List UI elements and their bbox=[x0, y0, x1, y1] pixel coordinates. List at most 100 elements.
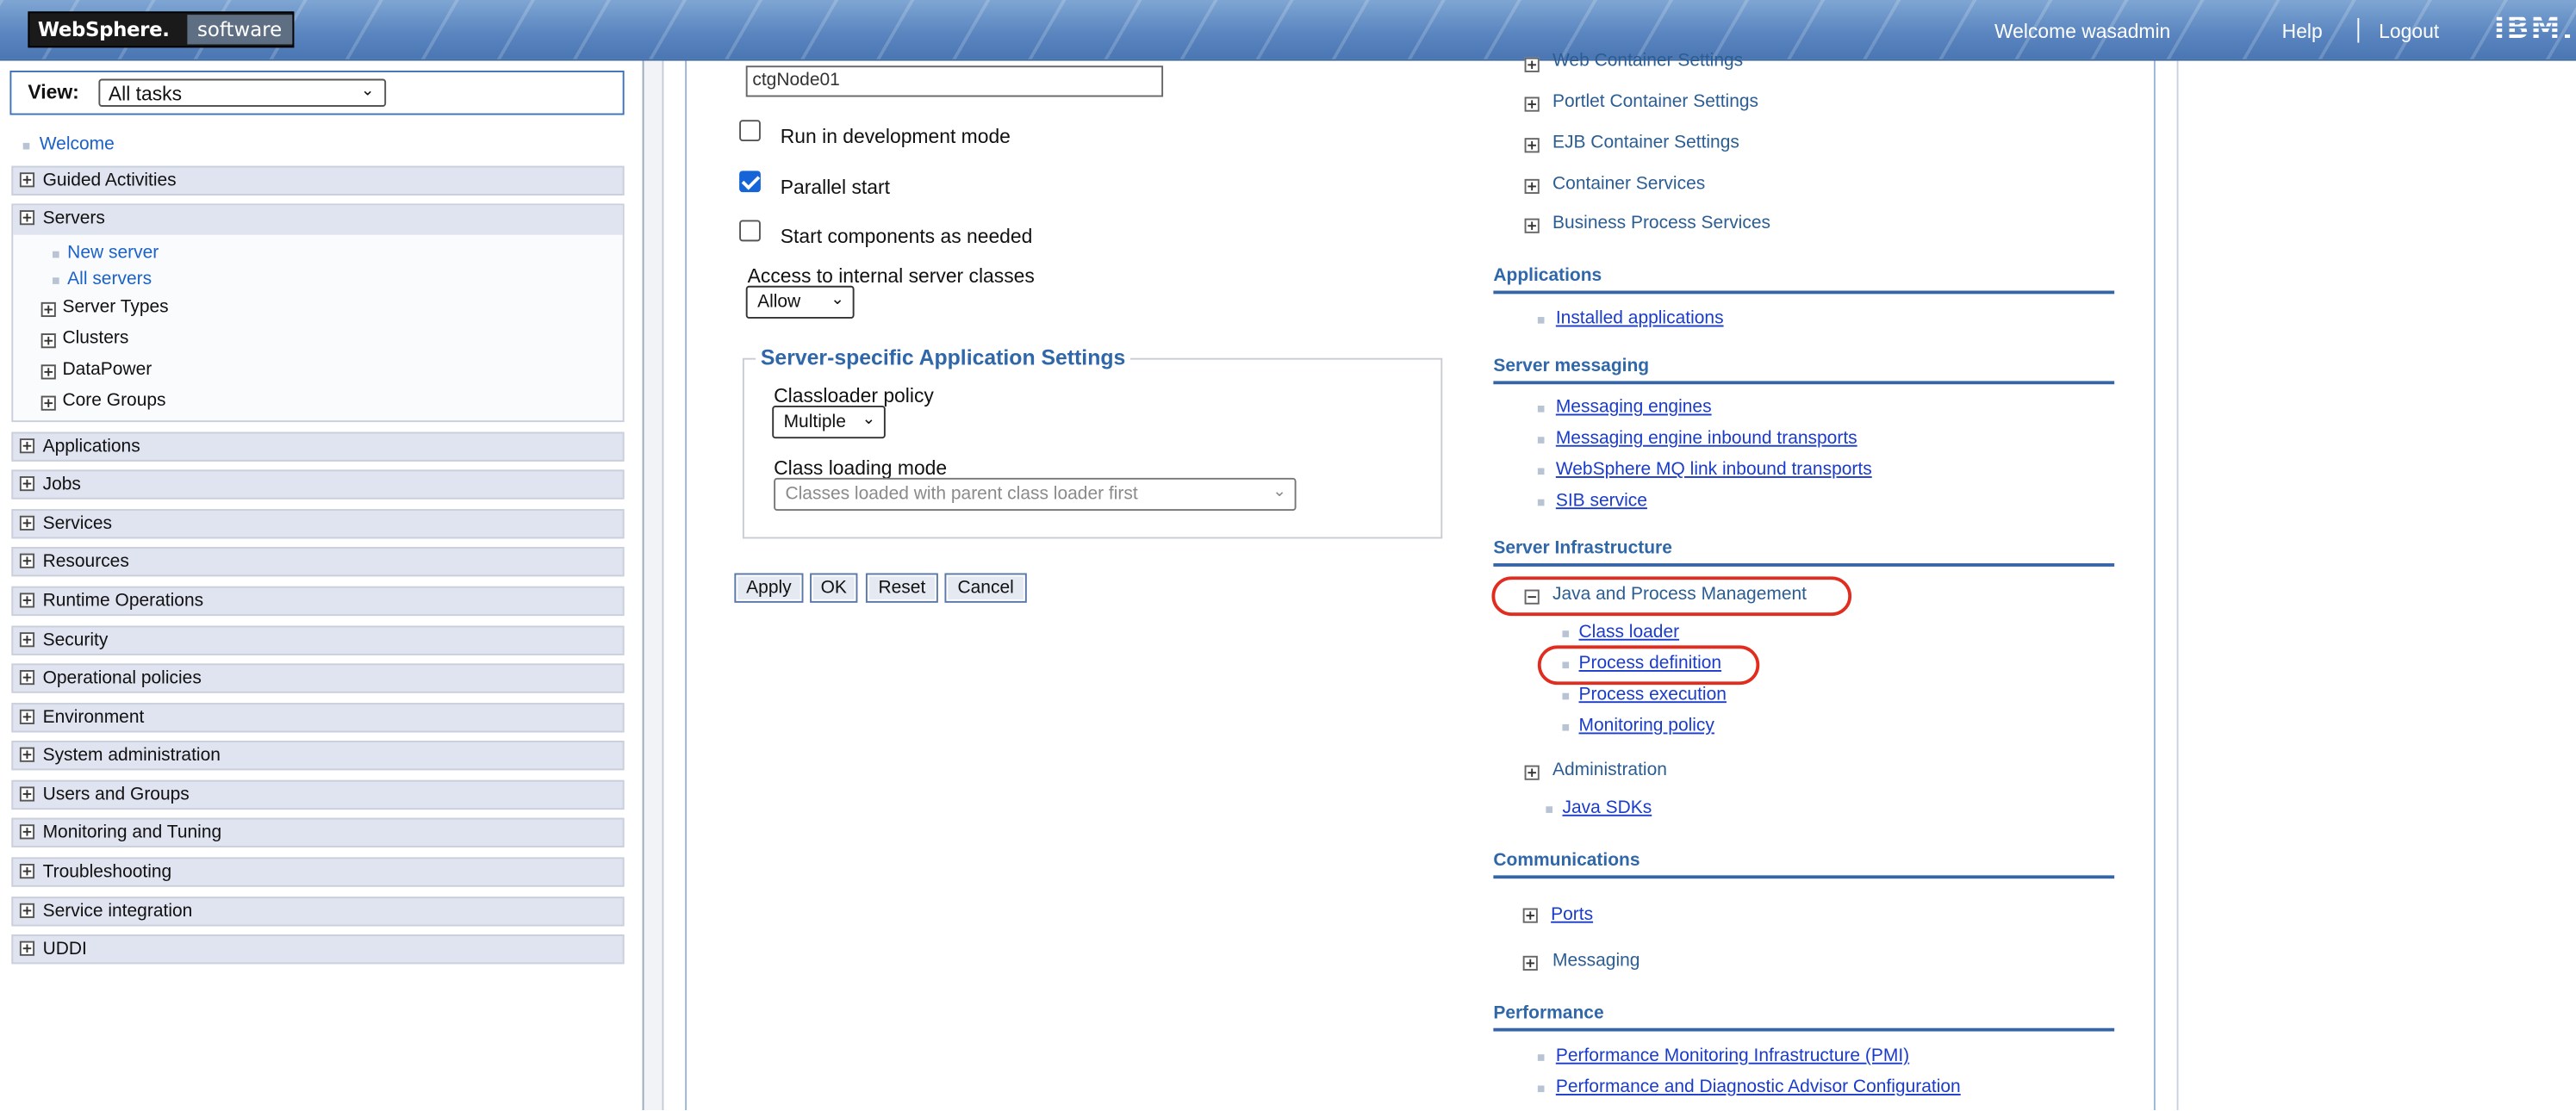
monitoring-policy-link[interactable]: Monitoring policy bbox=[1579, 716, 1714, 735]
mq-link-transports-link[interactable]: WebSphere MQ link inbound transports bbox=[1556, 460, 1872, 480]
expand-icon[interactable] bbox=[1522, 908, 1538, 923]
expand-icon[interactable] bbox=[19, 940, 35, 956]
ejb-container-settings[interactable]: EJB Container Settings bbox=[1552, 133, 1739, 152]
reset-button[interactable]: Reset bbox=[865, 573, 938, 603]
expand-icon[interactable] bbox=[40, 395, 56, 411]
expand-icon[interactable] bbox=[19, 824, 35, 840]
nav-datapower[interactable]: DataPower bbox=[62, 360, 152, 380]
expand-icon[interactable] bbox=[19, 475, 35, 492]
cancel-button[interactable]: Cancel bbox=[944, 573, 1027, 603]
expand-icon[interactable] bbox=[19, 632, 35, 648]
classloader-policy-select[interactable]: Multiple ⌄ bbox=[772, 406, 886, 439]
expand-icon[interactable] bbox=[19, 864, 35, 879]
expand-icon[interactable] bbox=[1524, 765, 1540, 780]
node-name-field[interactable]: ctgNode01 bbox=[745, 65, 1164, 97]
nav-category-security[interactable]: Security bbox=[11, 625, 625, 655]
expand-icon[interactable] bbox=[40, 364, 56, 380]
nav-category-troubleshooting[interactable]: Troubleshooting bbox=[11, 857, 625, 887]
expand-icon[interactable] bbox=[40, 301, 56, 318]
process-execution-link[interactable]: Process execution bbox=[1579, 685, 1727, 704]
view-select[interactable]: All tasks ⌄ bbox=[98, 78, 387, 107]
start-components-checkbox[interactable] bbox=[739, 220, 761, 242]
collapse-icon[interactable] bbox=[19, 210, 35, 226]
nav-core-groups[interactable]: Core Groups bbox=[62, 391, 165, 411]
expand-icon[interactable] bbox=[19, 709, 35, 724]
expand-icon[interactable] bbox=[19, 903, 35, 918]
expand-icon[interactable] bbox=[1524, 57, 1540, 72]
nav-category-label: Service integration bbox=[42, 901, 193, 922]
help-link[interactable]: Help bbox=[2282, 20, 2323, 43]
expand-icon[interactable] bbox=[19, 747, 35, 762]
access-classes-select[interactable]: Allow ⌄ bbox=[745, 285, 855, 319]
nav-category-monitoring-tuning[interactable]: Monitoring and Tuning bbox=[11, 817, 625, 847]
messaging-item[interactable]: Messaging bbox=[1552, 951, 1640, 971]
installed-applications-link[interactable]: Installed applications bbox=[1556, 308, 1724, 328]
nav-category-uddi[interactable]: UDDI bbox=[11, 934, 625, 965]
administration-item[interactable]: Administration bbox=[1552, 760, 1667, 780]
nav-new-server-link[interactable]: New server bbox=[67, 243, 159, 263]
view-select-value: All tasks bbox=[108, 82, 183, 106]
ok-button[interactable]: OK bbox=[810, 573, 858, 603]
nav-category-runtime-operations[interactable]: Runtime Operations bbox=[11, 586, 625, 617]
class-loader-link[interactable]: Class loader bbox=[1579, 623, 1680, 642]
nav-welcome-link[interactable]: Welcome bbox=[40, 134, 115, 154]
bullet-icon bbox=[1537, 437, 1545, 444]
dev-mode-checkbox[interactable] bbox=[739, 120, 761, 141]
chevron-down-icon: ⌄ bbox=[360, 82, 375, 101]
nav-category-servers[interactable]: Servers bbox=[13, 205, 623, 235]
container-services[interactable]: Container Services bbox=[1552, 174, 1705, 194]
portlet-container-settings[interactable]: Portlet Container Settings bbox=[1552, 92, 1758, 112]
nav-category-guided-activities[interactable]: Guided Activities bbox=[11, 165, 625, 196]
header-separator bbox=[2357, 17, 2360, 43]
nav-category-jobs[interactable]: Jobs bbox=[11, 469, 625, 500]
expand-icon[interactable] bbox=[1524, 138, 1540, 153]
nav-scroll-edge[interactable] bbox=[644, 60, 664, 1111]
nav-category-label: UDDI bbox=[42, 939, 87, 959]
java-sdks-link[interactable]: Java SDKs bbox=[1562, 798, 1652, 818]
nav-category-service-integration[interactable]: Service integration bbox=[11, 897, 625, 927]
nav-all-servers-link[interactable]: All servers bbox=[67, 270, 152, 289]
logout-link[interactable]: Logout bbox=[2379, 20, 2439, 43]
nav-category-services[interactable]: Services bbox=[11, 509, 625, 539]
messaging-inbound-transports-link[interactable]: Messaging engine inbound transports bbox=[1556, 429, 1857, 449]
nav-clusters[interactable]: Clusters bbox=[62, 328, 128, 348]
expand-icon[interactable] bbox=[1524, 218, 1540, 233]
collapse-icon[interactable] bbox=[1524, 589, 1540, 605]
apply-button[interactable]: Apply bbox=[734, 573, 804, 603]
messaging-engines-link[interactable]: Messaging engines bbox=[1556, 397, 1712, 417]
java-process-management[interactable]: Java and Process Management bbox=[1552, 585, 1807, 605]
diagnostic-advisor-link[interactable]: Performance and Diagnostic Advisor Confi… bbox=[1556, 1077, 1961, 1097]
nav-category-applications[interactable]: Applications bbox=[11, 431, 625, 462]
pmi-link[interactable]: Performance Monitoring Infrastructure (P… bbox=[1556, 1046, 1909, 1066]
expand-icon[interactable] bbox=[1522, 955, 1538, 971]
nav-category-users-groups[interactable]: Users and Groups bbox=[11, 779, 625, 810]
nav-category-operational-policies[interactable]: Operational policies bbox=[11, 663, 625, 693]
expand-icon[interactable] bbox=[40, 333, 56, 349]
web-container-settings[interactable]: Web Container Settings bbox=[1552, 51, 1743, 71]
expand-icon[interactable] bbox=[19, 515, 35, 531]
business-process-services[interactable]: Business Process Services bbox=[1552, 214, 1770, 233]
websphere-logo: WebSphere. software bbox=[28, 11, 294, 48]
expand-icon[interactable] bbox=[19, 438, 35, 454]
expand-icon[interactable] bbox=[19, 593, 35, 608]
right-gutter bbox=[2176, 60, 2179, 1111]
expand-icon[interactable] bbox=[19, 172, 35, 188]
nav-category-environment[interactable]: Environment bbox=[11, 703, 625, 733]
class-loading-mode-select[interactable]: Classes loaded with parent class loader … bbox=[774, 477, 1297, 512]
ports-link[interactable]: Ports bbox=[1551, 905, 1593, 925]
sib-service-link[interactable]: SIB service bbox=[1556, 491, 1647, 511]
nav-category-label: Operational policies bbox=[42, 668, 202, 688]
nav-category-label: Security bbox=[42, 630, 109, 651]
expand-icon[interactable] bbox=[19, 786, 35, 802]
process-definition-link[interactable]: Process definition bbox=[1579, 654, 1722, 673]
nav-category-system-administration[interactable]: System administration bbox=[11, 741, 625, 771]
nav-server-types[interactable]: Server Types bbox=[62, 297, 168, 317]
nav-category-label: Jobs bbox=[42, 475, 81, 494]
top-banner: WebSphere. software Welcome wasadmin Hel… bbox=[0, 0, 2576, 61]
expand-icon[interactable] bbox=[1524, 96, 1540, 112]
expand-icon[interactable] bbox=[19, 553, 35, 568]
nav-category-resources[interactable]: Resources bbox=[11, 546, 625, 577]
expand-icon[interactable] bbox=[1524, 178, 1540, 195]
parallel-start-checkbox[interactable] bbox=[739, 171, 761, 193]
expand-icon[interactable] bbox=[19, 670, 35, 686]
